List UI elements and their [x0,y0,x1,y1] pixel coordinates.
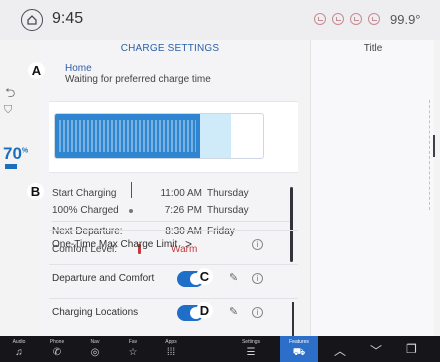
status-icons [314,13,380,25]
nav-settings[interactable]: Settings ☰ [232,336,270,362]
home-button[interactable] [21,9,43,31]
callout-c: C [196,268,213,285]
music-note-icon: ♫ [15,347,23,358]
edit-pencil-icon[interactable]: ✎ [229,305,238,318]
divider [52,221,292,222]
chevron-up-icon[interactable]: ︿ [334,342,346,359]
navigation-icon: ◎ [90,347,100,358]
car-icon: ⛟ [292,347,306,358]
nav-phone[interactable]: Phone ✆ [38,336,76,362]
check-circle-icon [314,13,326,25]
setting-label: One-Time Max Charge Limit [52,239,178,250]
copy-icon[interactable]: ❐ [406,342,417,356]
nav-label: Apps [165,339,177,345]
check-circle-icon [332,13,344,25]
nav-audio[interactable]: Audio ♫ [0,336,38,362]
row-time: 11:00 AM [160,188,202,199]
row-label: 100% Charged [52,205,119,216]
battery-icon [5,164,17,169]
nav-features[interactable]: Features ⛟ [280,336,318,362]
callout-d: D [196,302,213,319]
nav-label: Features [289,339,309,345]
right-scrollbar[interactable] [433,135,435,157]
phone-icon: ✆ [52,347,62,358]
nav-label: Nav [90,339,100,345]
nav-label: Audio [12,339,26,345]
bottom-nav: Audio ♫ Phone ✆ Nav ◎ Fav ☆ Apps ⁞⁞⁞ Set… [0,336,440,362]
info-icon[interactable]: i [252,239,263,250]
charge-status-message: Waiting for preferred charge time [65,74,211,85]
right-panel: Title [310,40,435,336]
row-day: Thursday [207,188,249,199]
location-pin-icon: ⛉ [4,104,13,116]
clock: 9:45 [52,10,84,27]
nav-label: Phone [49,339,65,345]
info-icon[interactable]: i [252,273,263,284]
row-label: Start Charging [52,188,117,199]
apps-grid-icon: ⁞⁞⁞ [166,347,176,358]
battery-body [54,113,264,159]
nav-navigation[interactable]: Nav ◎ [76,336,114,362]
status-bar: 9:45 99.9° [0,0,440,40]
nav-apps[interactable]: Apps ⁞⁞⁞ [152,336,190,362]
timeline-line [131,182,132,198]
setting-label: Departure and Comfort [52,273,155,284]
row-day: Thursday [207,205,249,216]
nav-label: Settings [241,339,261,345]
star-icon: ☆ [128,347,138,358]
row-time: 7:26 PM [164,205,202,216]
chevron-down-icon[interactable]: ﹀ [370,342,382,359]
check-circle-icon [368,13,380,25]
right-panel-title: Title [363,43,383,54]
edit-pencil-icon[interactable]: ✎ [229,271,238,284]
settings-icon: ☰ [246,347,256,358]
callout-b: B [27,183,44,200]
battery-gauge [49,101,298,173]
scroll-track [429,100,431,210]
charge-location-link[interactable]: Home [65,63,92,74]
battery-target-range [200,114,231,158]
battery-percent: 70% [3,144,29,163]
callout-a: A [28,62,45,79]
setting-label: Charging Locations [52,307,139,318]
nav-favorites[interactable]: Fav ☆ [114,336,152,362]
battery-fill [55,114,200,158]
departure-comfort-setting[interactable]: Departure and Comfort ✎ i [49,264,298,294]
app-frame: 9:45 99.9° ⮌ ⛉ 70% CHARGE SETTINGS Home … [0,0,440,362]
chevron-right-icon: > [185,237,193,251]
panel-title: CHARGE SETTINGS [120,43,220,54]
back-arrow-icon[interactable]: ⮌ [5,84,15,106]
charge-settings-panel: CHARGE SETTINGS Home Waiting for preferr… [40,40,300,344]
timeline-dot [129,209,133,213]
check-circle-icon [350,13,362,25]
charging-locations-setting[interactable]: Charging Locations ✎ i [49,298,298,328]
info-icon[interactable]: i [252,307,263,318]
home-icon [27,15,37,25]
max-charge-limit-setting[interactable]: One-Time Max Charge Limit > i [49,230,298,260]
nav-label: Fav [128,339,138,345]
outside-temperature: 99.9° [390,12,421,27]
